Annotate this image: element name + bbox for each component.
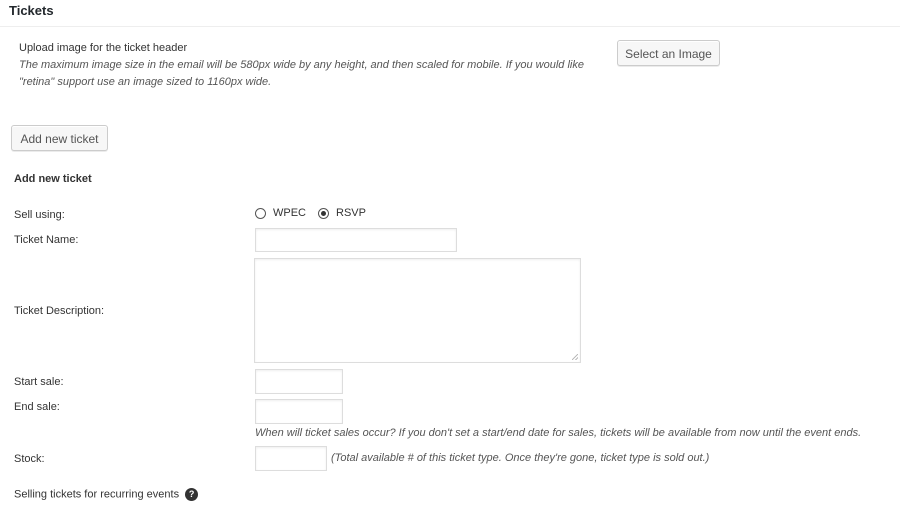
end-sale-input[interactable] [255,399,343,424]
header-image-label: Upload image for the ticket header [19,42,188,54]
radio-rsvp-label[interactable]: RSVP [336,207,366,219]
sell-using-label: Sell using: [14,209,65,221]
resize-handle-icon[interactable] [572,354,578,360]
stock-label: Stock: [14,453,45,465]
stock-hint: (Total available # of this ticket type. … [331,452,710,464]
help-icon[interactable]: ? [185,488,199,501]
header-image-note: The maximum image size in the email will… [19,59,584,88]
stock-input[interactable] [255,446,327,471]
ticket-name-input[interactable] [255,228,457,252]
ticket-description-textarea[interactable] [254,258,581,363]
section-divider [0,26,900,27]
radio-wpec-label[interactable]: WPEC [273,207,306,219]
start-sale-input[interactable] [255,369,343,394]
ticket-description-label: Ticket Description: [14,305,105,317]
radio-wpec[interactable] [255,207,266,219]
recurring-events-label: Selling tickets for recurring events [14,488,180,501]
sell-using-radio-group: WPEC RSVP [255,207,378,219]
recurring-events-row: Selling tickets for recurring events? [14,488,199,501]
start-sale-label: Start sale: [14,376,64,388]
add-new-ticket-button[interactable]: Add new ticket [11,125,108,151]
radio-rsvp[interactable] [318,207,329,219]
sale-dates-hint: When will ticket sales occur? If you don… [255,427,862,439]
section-title: Tickets [9,3,54,18]
end-sale-label: End sale: [14,401,60,413]
select-image-button[interactable]: Select an Image [617,40,720,66]
add-ticket-heading: Add new ticket [14,173,92,185]
ticket-name-label: Ticket Name: [14,234,79,246]
